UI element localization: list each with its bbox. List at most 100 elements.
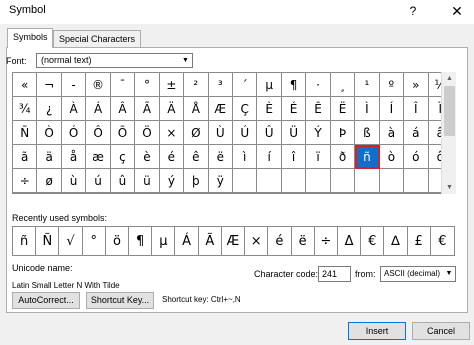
symbol-cell[interactable]: Ý [306, 121, 331, 145]
insert-button[interactable]: Insert [348, 322, 406, 340]
symbol-cell[interactable]: í [257, 145, 282, 169]
symbol-cell[interactable]: å [61, 145, 87, 169]
symbol-cell[interactable]: Ô [86, 121, 111, 145]
symbol-cell[interactable]: î [281, 145, 307, 169]
symbol-cell[interactable]: » [404, 73, 429, 97]
autocorrect-button[interactable]: AutoCorrect... [12, 292, 80, 309]
symbol-cell[interactable]: ê [184, 145, 209, 169]
recent-symbol[interactable]: Á [175, 227, 199, 256]
symbol-cell[interactable]: ÷ [13, 169, 38, 193]
symbol-cell[interactable]: ¯ [110, 73, 136, 97]
symbol-cell[interactable]: é [159, 145, 185, 169]
symbol-cell[interactable] [306, 169, 331, 193]
symbol-cell[interactable]: ¾ [13, 97, 38, 121]
cancel-button[interactable]: Cancel [412, 322, 470, 340]
recent-symbol[interactable]: Ñ [36, 227, 60, 256]
symbol-cell[interactable]: þ [184, 169, 209, 193]
symbol-cell[interactable]: « [13, 73, 38, 97]
symbol-cell[interactable]: Þ [330, 121, 356, 145]
font-dropdown[interactable]: (normal text) ▼ [36, 53, 193, 68]
symbol-grid-scrollbar[interactable]: ▲ ▼ [441, 72, 456, 194]
symbol-cell[interactable]: Ù [208, 121, 233, 145]
symbol-cell[interactable]: ¶ [281, 73, 307, 97]
symbol-cell[interactable]: ý [159, 169, 185, 193]
symbol-cell[interactable]: Ì [355, 97, 380, 121]
symbol-cell[interactable]: Ä [159, 97, 185, 121]
recent-symbol[interactable]: √ [59, 227, 83, 256]
symbol-cell[interactable]: º [379, 73, 405, 97]
recent-symbol[interactable]: µ [152, 227, 176, 256]
symbol-cell[interactable]: ¸ [330, 73, 356, 97]
recent-symbol[interactable]: ë [292, 227, 315, 256]
character-code-input[interactable]: 241 [318, 266, 351, 282]
recent-symbol[interactable]: Ã [199, 227, 222, 256]
recent-symbol[interactable]: Δ [338, 227, 362, 256]
scroll-up-icon[interactable]: ▲ [442, 72, 457, 85]
recent-symbol[interactable]: € [361, 227, 385, 256]
symbol-cell[interactable]: ß [355, 121, 380, 145]
symbol-cell[interactable]: Ç [233, 97, 258, 121]
symbol-cell[interactable]: ù [61, 169, 87, 193]
symbol-cell[interactable] [257, 169, 282, 193]
symbol-cell[interactable]: ° [135, 73, 160, 97]
tab-symbols[interactable]: Symbols [7, 28, 53, 48]
recent-symbol[interactable]: ÷ [315, 227, 338, 256]
symbol-cell[interactable]: ð [330, 145, 356, 169]
close-button[interactable]: ✕ [446, 1, 468, 21]
scroll-down-icon[interactable]: ▼ [442, 181, 457, 194]
symbol-cell[interactable]: æ [86, 145, 111, 169]
recent-symbol[interactable]: Æ [222, 227, 246, 256]
symbol-cell[interactable]: ë [208, 145, 233, 169]
symbol-cell[interactable] [355, 169, 380, 193]
symbol-cell[interactable]: à [379, 121, 405, 145]
symbol-cell[interactable]: û [110, 169, 136, 193]
symbol-cell[interactable]: É [281, 97, 307, 121]
symbol-cell[interactable]: Û [257, 121, 282, 145]
symbol-cell[interactable]: · [306, 73, 331, 97]
symbol-cell[interactable]: ´ [233, 73, 258, 97]
symbol-cell[interactable]: Ú [233, 121, 258, 145]
symbol-cell[interactable]: ó [404, 145, 429, 169]
symbol-cell[interactable]: Ñ [13, 121, 38, 145]
symbol-cell[interactable]: ç [110, 145, 136, 169]
symbol-cell[interactable] [404, 169, 429, 193]
symbol-cell[interactable] [281, 169, 307, 193]
symbol-cell[interactable]: ² [184, 73, 209, 97]
symbol-cell[interactable]: ³ [208, 73, 233, 97]
symbol-cell[interactable]: ú [86, 169, 111, 193]
symbol-cell[interactable]: Ø [184, 121, 209, 145]
symbol-cell[interactable]: ü [135, 169, 160, 193]
symbol-cell[interactable]: ì [233, 145, 258, 169]
symbol-cell[interactable]: ñ [355, 145, 380, 169]
symbol-cell[interactable]: ® [86, 73, 111, 97]
symbol-cell[interactable]: Ü [281, 121, 307, 145]
symbol-cell[interactable]: Ò [37, 121, 62, 145]
symbol-cell[interactable]: È [257, 97, 282, 121]
recent-symbol[interactable]: é [268, 227, 292, 256]
symbol-cell[interactable]: Î [404, 97, 429, 121]
scroll-thumb[interactable] [444, 86, 455, 136]
symbol-cell[interactable]: ï [306, 145, 331, 169]
symbol-cell[interactable] [379, 169, 405, 193]
symbol-cell[interactable] [330, 169, 356, 193]
shortcut-key-button[interactable]: Shortcut Key... [86, 292, 154, 309]
symbol-cell[interactable]: Ã [135, 97, 160, 121]
symbol-cell[interactable]: Ê [306, 97, 331, 121]
symbol-cell[interactable]: ¿ [37, 97, 62, 121]
recent-symbol[interactable]: ö [106, 227, 130, 256]
recent-symbol[interactable]: € [431, 227, 454, 256]
recent-symbol[interactable]: ∆ [384, 227, 408, 256]
symbol-cell[interactable]: Å [184, 97, 209, 121]
symbol-cell[interactable]: Ó [61, 121, 87, 145]
symbol-cell[interactable]: × [159, 121, 185, 145]
symbol-cell[interactable]: À [61, 97, 87, 121]
recent-symbol[interactable]: ñ [13, 227, 37, 256]
symbol-cell[interactable]: - [61, 73, 87, 97]
symbol-cell[interactable]: Ö [135, 121, 160, 145]
recent-symbol[interactable]: × [245, 227, 269, 256]
symbol-cell[interactable]: Â [110, 97, 136, 121]
symbol-cell[interactable]: ¬ [37, 73, 62, 97]
recent-symbol[interactable]: ° [83, 227, 106, 256]
from-dropdown[interactable]: ASCII (decimal) ▼ [380, 266, 456, 282]
tab-special-characters[interactable]: Special Characters [53, 30, 141, 47]
